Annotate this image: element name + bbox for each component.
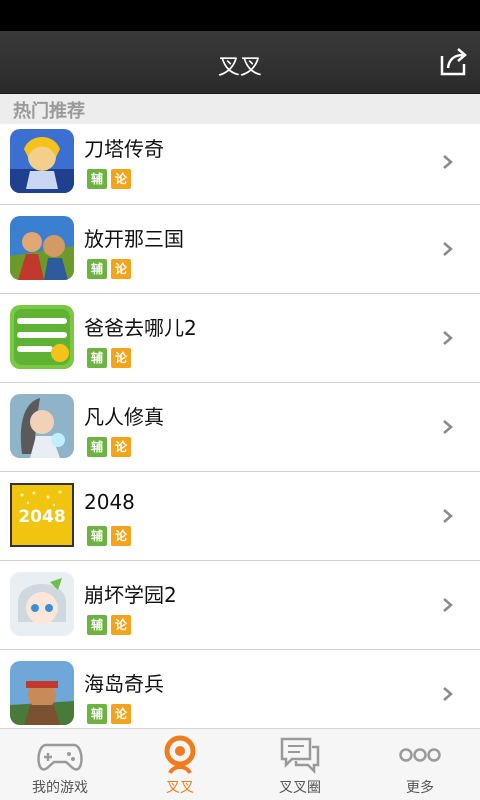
xx-logo-icon (164, 735, 196, 775)
game-icon (10, 216, 74, 280)
game-name: 崩坏学园2 (84, 583, 177, 607)
chevron-right-icon (443, 509, 453, 523)
share-icon[interactable] (436, 44, 470, 78)
title-bar: 叉叉 (0, 31, 480, 94)
game-list[interactable]: 刀塔传奇 辅 论 放开那三国 辅 论 爸爸去哪儿2 辅 论 凡人修真 辅 论 2… (0, 124, 480, 728)
assist-tag[interactable]: 辅 (87, 615, 107, 635)
chevron-right-icon (443, 420, 453, 434)
list-item[interactable]: 崩坏学园2 辅 论 (0, 561, 480, 650)
section-header: 热门推荐 (0, 94, 480, 124)
more-dots-icon (399, 748, 441, 762)
icon-label: 2048 (18, 507, 66, 527)
game-icon (10, 572, 74, 636)
tag-group: 辅 论 (87, 704, 131, 724)
tab-more[interactable]: 更多 (360, 729, 480, 800)
tab-label: 叉叉圈 (279, 780, 321, 796)
tag-group: 辅 论 (87, 615, 131, 635)
assist-tag[interactable]: 辅 (87, 437, 107, 457)
game-icon (10, 661, 74, 725)
tag-group: 辅 论 (87, 348, 131, 368)
section-title: 热门推荐 (13, 101, 85, 122)
tab-xx[interactable]: 叉叉 (120, 729, 240, 800)
assist-tag[interactable]: 辅 (87, 704, 107, 724)
bottom-tab-bar: 我的游戏 叉叉 叉叉圈 更多 (0, 728, 480, 800)
list-item[interactable]: 海岛奇兵 辅 论 (0, 650, 480, 728)
game-icon: 2048 (10, 483, 74, 547)
game-icon (10, 305, 74, 369)
forum-tag[interactable]: 论 (111, 437, 131, 457)
tag-group: 辅 论 (87, 169, 131, 189)
assist-tag[interactable]: 辅 (87, 348, 107, 368)
game-name: 2048 (84, 490, 135, 514)
tab-my-games[interactable]: 我的游戏 (0, 729, 120, 800)
tab-label: 更多 (406, 780, 434, 796)
chat-bubbles-icon (280, 737, 320, 775)
tag-group: 辅 论 (87, 437, 131, 457)
game-name: 放开那三国 (84, 227, 184, 251)
chevron-right-icon (443, 242, 453, 256)
chevron-right-icon (443, 687, 453, 701)
assist-tag[interactable]: 辅 (87, 169, 107, 189)
gamepad-icon (37, 743, 83, 771)
page-title: 叉叉 (217, 55, 262, 80)
forum-tag[interactable]: 论 (111, 615, 131, 635)
tag-group: 辅 论 (87, 526, 131, 546)
list-item[interactable]: 爸爸去哪儿2 辅 论 (0, 294, 480, 383)
tab-label: 我的游戏 (32, 780, 88, 796)
chevron-right-icon (443, 598, 453, 612)
forum-tag[interactable]: 论 (111, 169, 131, 189)
forum-tag[interactable]: 论 (111, 259, 131, 279)
tag-group: 辅 论 (87, 259, 131, 279)
chevron-right-icon (443, 155, 453, 169)
list-item[interactable]: 凡人修真 辅 论 (0, 383, 480, 472)
forum-tag[interactable]: 论 (111, 526, 131, 546)
game-name: 刀塔传奇 (84, 137, 164, 161)
list-item[interactable]: 刀塔传奇 辅 论 (0, 124, 480, 205)
game-icon (10, 129, 74, 193)
game-name: 爸爸去哪儿2 (84, 316, 197, 340)
game-name: 海岛奇兵 (84, 672, 164, 696)
list-item[interactable]: 2048 2048 辅 论 (0, 472, 480, 561)
forum-tag[interactable]: 论 (111, 704, 131, 724)
status-bar (0, 0, 480, 31)
chevron-right-icon (443, 331, 453, 345)
assist-tag[interactable]: 辅 (87, 526, 107, 546)
game-name: 凡人修真 (84, 405, 164, 429)
list-item[interactable]: 放开那三国 辅 论 (0, 205, 480, 294)
tab-xx-circle[interactable]: 叉叉圈 (240, 729, 360, 800)
assist-tag[interactable]: 辅 (87, 259, 107, 279)
game-icon (10, 394, 74, 458)
forum-tag[interactable]: 论 (111, 348, 131, 368)
tab-label: 叉叉 (166, 780, 194, 796)
